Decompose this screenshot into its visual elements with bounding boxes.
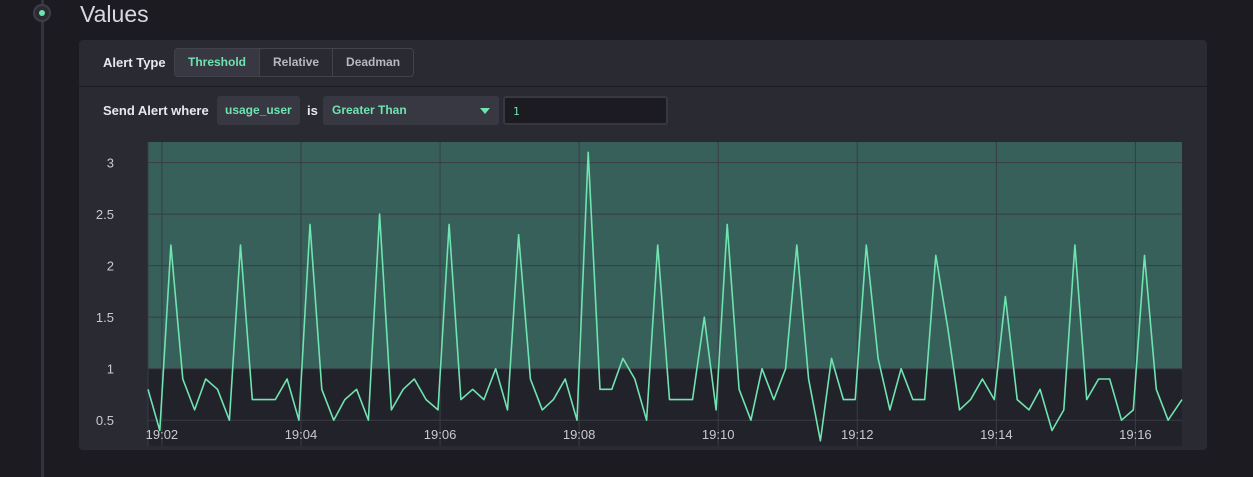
y-tick-label: 2.5 [96, 207, 114, 222]
y-tick-label: 0.5 [96, 413, 114, 428]
chart-svg: 0.5 1 1.5 2 2.5 3 19:02 19:04 19:06 19:08 19:10 19:… [96, 142, 1183, 446]
y-tick-label: 2 [107, 259, 114, 274]
operator-selected-value: Greater Than [332, 103, 407, 117]
alert-type-relative-button[interactable]: Relative [260, 49, 334, 76]
is-label: is [307, 103, 318, 118]
timeline-line [41, 0, 44, 477]
alert-type-threshold-button[interactable]: Threshold [175, 49, 261, 76]
caret-down-icon [480, 108, 490, 114]
threshold-chart: 0.5 1 1.5 2 2.5 3 19:02 19:04 19:06 19:08 19:10 19:… [79, 135, 1207, 450]
x-tick-label: 19:14 [980, 427, 1013, 442]
x-tick-label: 19:16 [1119, 427, 1152, 442]
values-panel: Alert Type Threshold Relative Deadman Se… [79, 40, 1207, 450]
timeline-dot-icon [33, 4, 51, 22]
x-tick-label: 19:06 [424, 427, 457, 442]
x-tick-label: 19:02 [146, 427, 179, 442]
y-tick-label: 1 [107, 362, 114, 377]
x-tick-label: 19:08 [563, 427, 596, 442]
alert-type-deadman-button[interactable]: Deadman [333, 49, 414, 76]
threshold-value-input[interactable] [503, 96, 668, 125]
x-tick-label: 19:12 [841, 427, 874, 442]
condition-row: Send Alert where usage_user is Greater T… [79, 87, 1207, 135]
x-tick-label: 19:04 [285, 427, 318, 442]
alert-type-row: Alert Type Threshold Relative Deadman [79, 40, 1207, 87]
operator-dropdown[interactable]: Greater Than [323, 96, 499, 125]
section-title: Values [80, 1, 149, 27]
send-alert-label: Send Alert where [103, 103, 209, 118]
y-tick-label: 3 [107, 156, 114, 171]
x-tick-label: 19:10 [702, 427, 735, 442]
field-chip: usage_user [217, 96, 300, 125]
y-tick-label: 1.5 [96, 310, 114, 325]
alert-type-toggle: Threshold Relative Deadman [174, 48, 415, 77]
alert-type-label: Alert Type [103, 55, 166, 70]
